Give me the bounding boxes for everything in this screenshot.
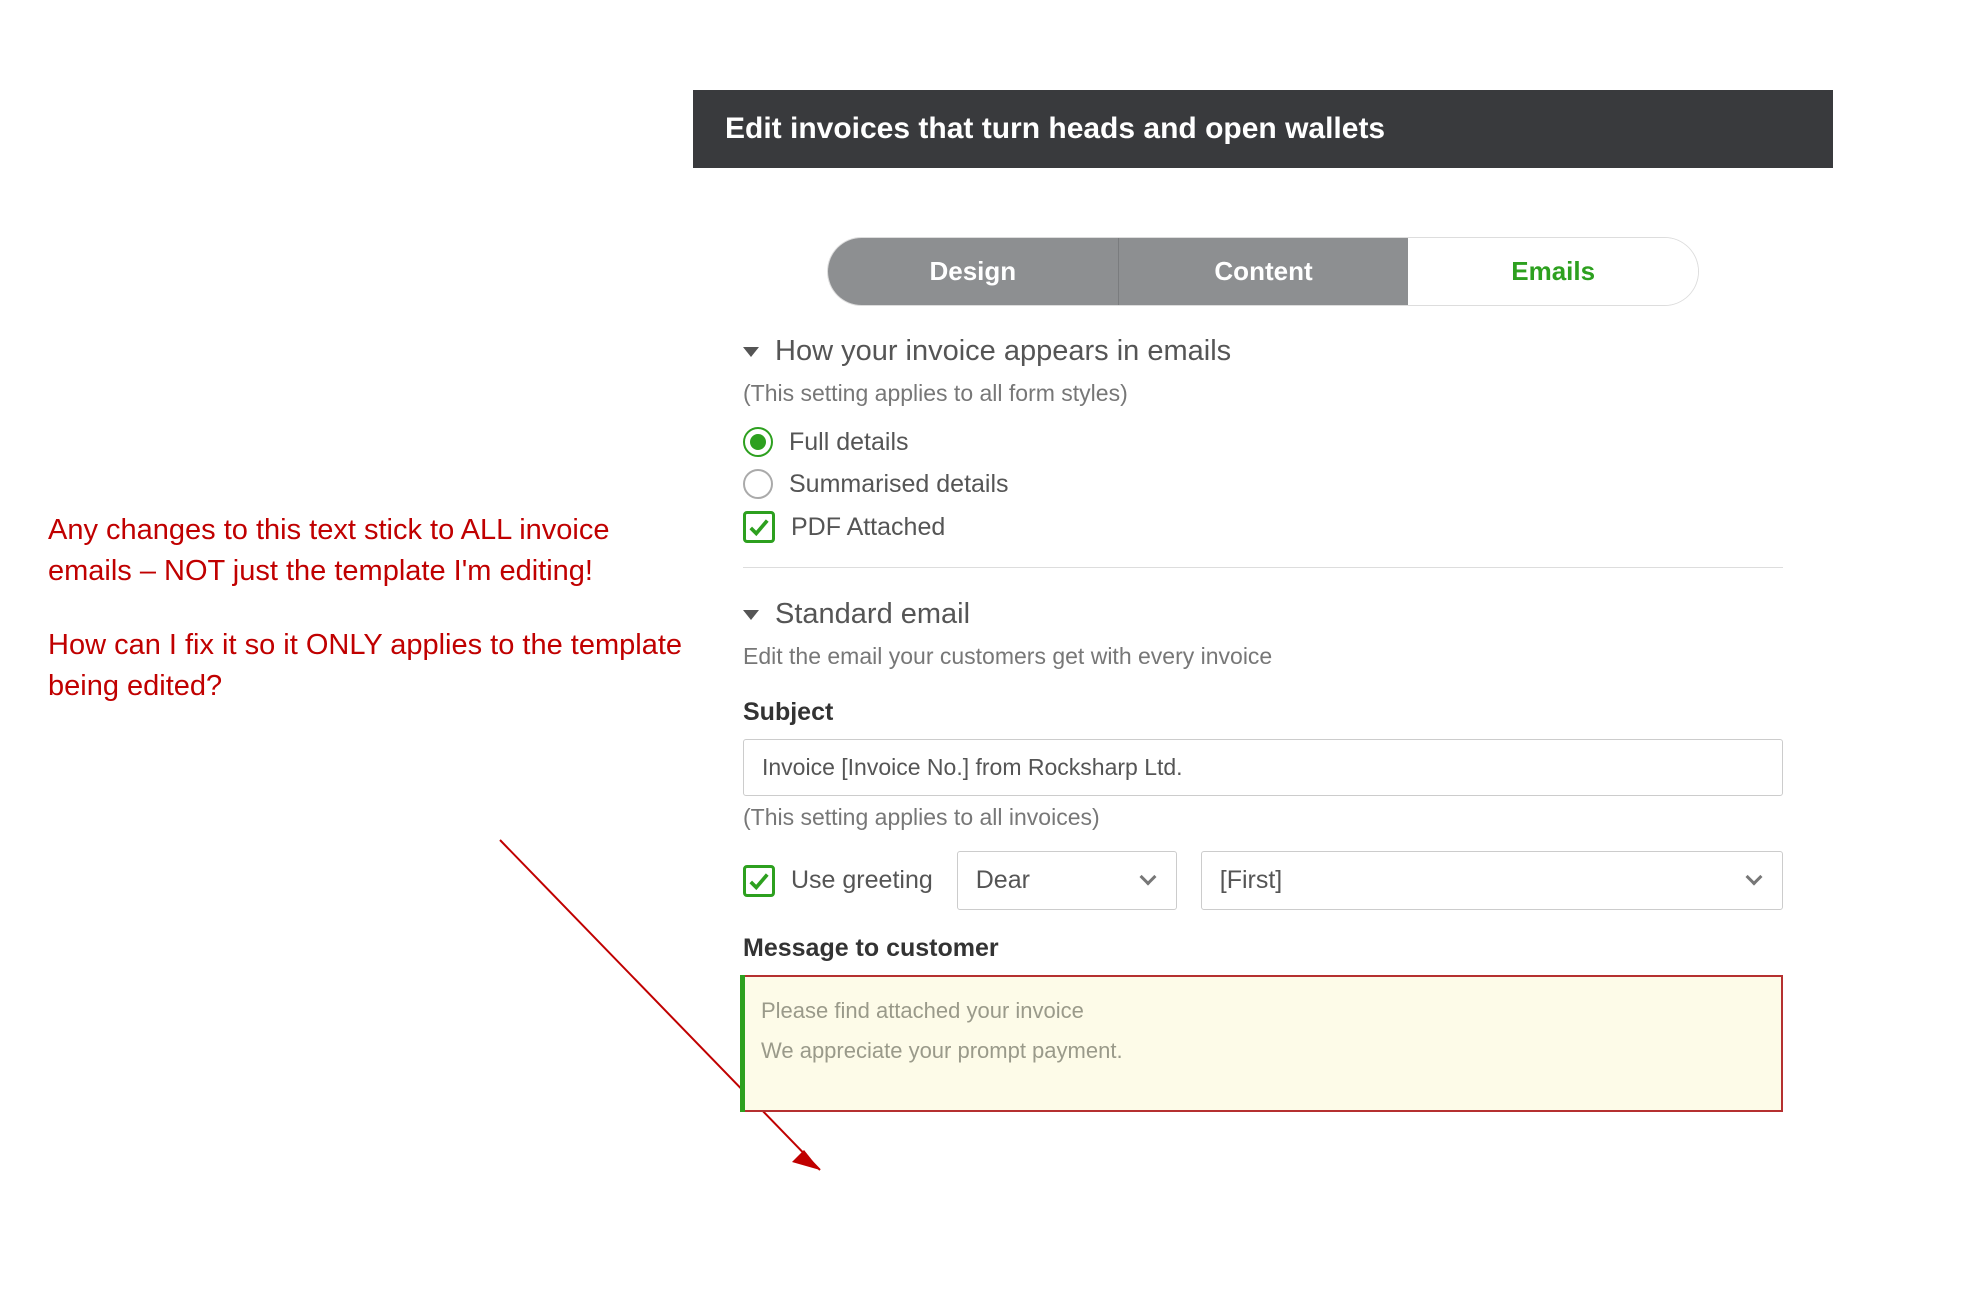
emails-content: How your invoice appears in emails (This… [693,335,1833,1112]
tab-design[interactable]: Design [828,238,1118,305]
appearance-note: (This setting applies to all form styles… [743,380,1783,407]
message-line-2: We appreciate your prompt payment. [761,1031,1765,1071]
tab-bar: Design Content Emails [828,238,1698,305]
panel-title: Edit invoices that turn heads and open w… [693,90,1833,168]
use-greeting-label: Use greeting [791,866,933,895]
radio-icon [743,427,773,457]
greeting-name-value: [First] [1220,866,1283,895]
greeting-salutation-value: Dear [976,866,1030,895]
radio-icon [743,469,773,499]
section-divider [743,567,1783,568]
annotation-block: Any changes to this text stick to ALL in… [48,510,688,740]
greeting-name-select[interactable]: [First] [1201,851,1783,910]
checkbox-pdf-attached[interactable]: PDF Attached [743,511,1783,543]
section-appearance-header[interactable]: How your invoice appears in emails [743,335,1783,368]
tab-emails[interactable]: Emails [1408,238,1698,305]
section-standard-header[interactable]: Standard email [743,598,1783,631]
greeting-row: Use greeting Dear [First] [743,851,1783,910]
caret-down-icon [743,347,759,357]
annotation-line-2: How can I fix it so it ONLY applies to t… [48,625,688,706]
subject-label: Subject [743,698,1783,727]
standard-subtext: Edit the email your customers get with e… [743,643,1783,670]
edit-invoice-panel: Edit invoices that turn heads and open w… [693,90,1833,1112]
radio-summarised-label: Summarised details [789,470,1009,499]
checkbox-use-greeting[interactable]: Use greeting [743,865,933,897]
subject-input[interactable] [743,739,1783,796]
checkbox-pdf-label: PDF Attached [791,513,945,542]
section-appearance-title: How your invoice appears in emails [775,335,1231,368]
checkbox-icon [743,865,775,897]
message-label: Message to customer [743,934,1783,963]
radio-full-label: Full details [789,428,909,457]
chevron-down-icon [1140,875,1158,887]
checkbox-icon [743,511,775,543]
annotation-line-1: Any changes to this text stick to ALL in… [48,510,688,591]
subject-note: (This setting applies to all invoices) [743,804,1783,831]
caret-down-icon [743,610,759,620]
tab-content[interactable]: Content [1118,238,1409,305]
radio-full-details[interactable]: Full details [743,427,1783,457]
greeting-salutation-select[interactable]: Dear [957,851,1177,910]
section-standard-title: Standard email [775,598,970,631]
message-to-customer-textarea[interactable]: Please find attached your invoice We app… [743,975,1783,1112]
message-line-1: Please find attached your invoice [761,991,1765,1031]
chevron-down-icon [1746,875,1764,887]
radio-summarised-details[interactable]: Summarised details [743,469,1783,499]
